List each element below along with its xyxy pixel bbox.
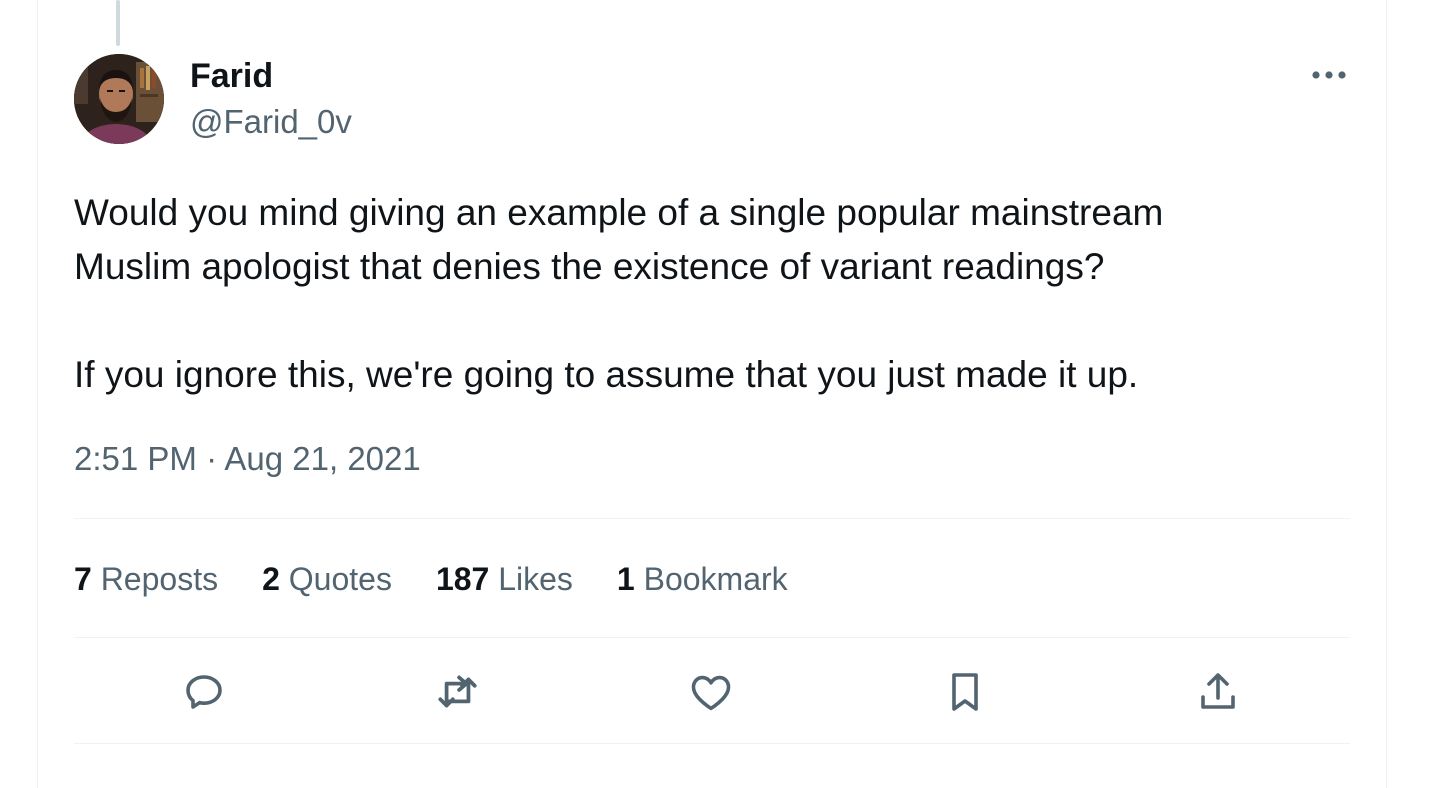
divider xyxy=(74,518,1350,519)
tweet-text-line: If you ignore this, we're going to assum… xyxy=(74,354,1139,395)
tweet-text-line: Would you mind giving an example of a si… xyxy=(74,192,1164,233)
likes-label: Likes xyxy=(498,561,573,597)
reply-button[interactable] xyxy=(178,666,230,718)
like-button[interactable] xyxy=(685,666,737,718)
bookmarks-label: Bookmark xyxy=(643,561,788,597)
reposts-stat[interactable]: 7 Reposts xyxy=(74,556,218,602)
divider xyxy=(74,637,1350,638)
bookmark-icon xyxy=(952,673,978,711)
tweet-text: Would you mind giving an example of a si… xyxy=(74,186,1334,402)
avatar[interactable] xyxy=(74,54,164,144)
author-handle[interactable]: @Farid_0v xyxy=(190,102,352,142)
likes-stat[interactable]: 187 Likes xyxy=(436,556,573,602)
more-icon xyxy=(1312,71,1346,79)
bookmarks-count: 1 xyxy=(616,561,635,597)
bookmarks-stat[interactable]: 1 Bookmark xyxy=(617,556,788,602)
reposts-count: 7 xyxy=(74,561,92,597)
reply-icon xyxy=(186,675,222,709)
quotes-count: 2 xyxy=(262,561,280,597)
repost-button[interactable] xyxy=(431,666,483,718)
reposts-label: Reposts xyxy=(100,561,219,597)
avatar-image xyxy=(74,54,164,144)
heart-icon xyxy=(691,675,731,711)
share-button[interactable] xyxy=(1192,666,1244,718)
likes-count: 187 xyxy=(435,561,490,597)
thread-connector-line xyxy=(116,0,120,46)
repost-icon xyxy=(438,675,477,708)
divider xyxy=(74,743,1350,744)
tweet-text-line: Muslim apologist that denies the existen… xyxy=(74,246,1105,287)
tweet-timestamp[interactable]: 2:51 PM · Aug 21, 2021 xyxy=(74,436,421,482)
action-bar xyxy=(0,666,1456,718)
engagement-stats: 7 Reposts 2 Quotes 187 Likes 1 Bookmark xyxy=(74,556,788,602)
share-icon xyxy=(1201,673,1235,709)
quotes-label: Quotes xyxy=(288,561,392,597)
quotes-stat[interactable]: 2 Quotes xyxy=(262,556,392,602)
bookmark-button[interactable] xyxy=(939,666,991,718)
more-options-button[interactable] xyxy=(1308,62,1350,88)
author-name[interactable]: Farid xyxy=(190,56,273,96)
